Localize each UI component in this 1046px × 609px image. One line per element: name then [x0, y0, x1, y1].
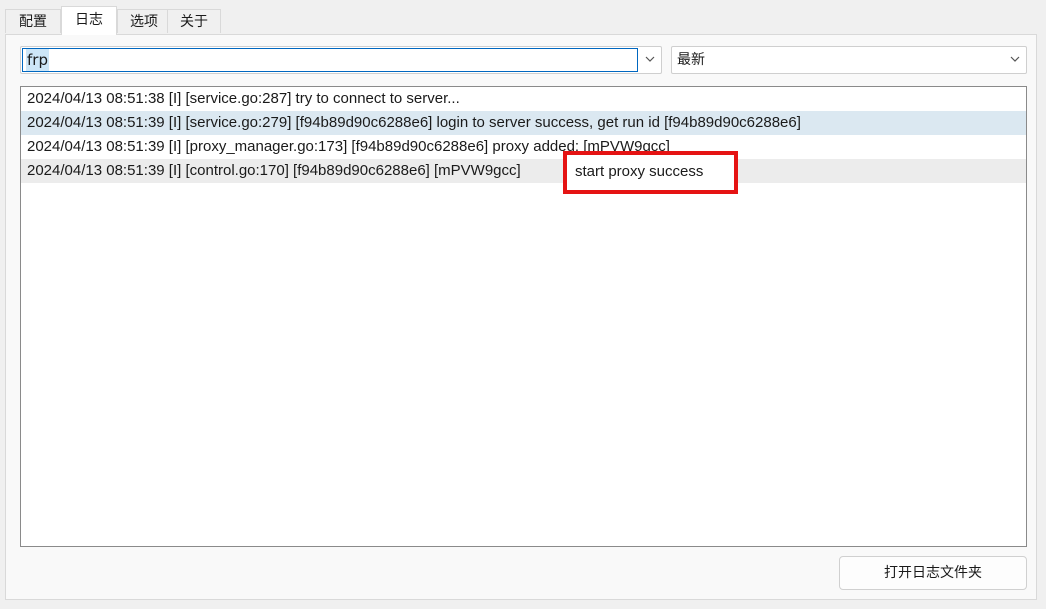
- sort-select-value: 最新: [677, 52, 705, 68]
- open-log-folder-button[interactable]: 打开日志文件夹: [839, 556, 1027, 590]
- tab-log[interactable]: 日志: [61, 6, 117, 35]
- sort-select[interactable]: 最新: [671, 46, 1027, 74]
- tab-about[interactable]: 关于: [167, 9, 221, 33]
- chevron-down-icon[interactable]: [1004, 47, 1026, 73]
- log-row[interactable]: 2024/04/13 08:51:38 [I] [service.go:287]…: [21, 87, 1026, 111]
- chevron-down-icon[interactable]: [639, 47, 661, 73]
- log-panel: frp 最新 2024/04/13 08:51:38 [I] [service.…: [5, 34, 1037, 600]
- app-window: 配置 日志 选项 关于 frp 最新 2024/04/13 08:51:38 […: [0, 0, 1046, 609]
- log-list[interactable]: 2024/04/13 08:51:38 [I] [service.go:287]…: [20, 86, 1027, 547]
- tab-config[interactable]: 配置: [5, 9, 61, 33]
- proxy-select[interactable]: frp: [20, 46, 662, 74]
- log-row-selected[interactable]: 2024/04/13 08:51:39 [I] [service.go:279]…: [21, 111, 1026, 135]
- log-row[interactable]: 2024/04/13 08:51:39 [I] [control.go:170]…: [21, 159, 1026, 183]
- tab-options[interactable]: 选项: [117, 9, 171, 33]
- proxy-select-value: frp: [26, 49, 49, 71]
- tab-bar: 配置 日志 选项 关于: [0, 0, 1046, 35]
- proxy-select-focus: frp: [22, 48, 638, 72]
- log-row[interactable]: 2024/04/13 08:51:39 [I] [proxy_manager.g…: [21, 135, 1026, 159]
